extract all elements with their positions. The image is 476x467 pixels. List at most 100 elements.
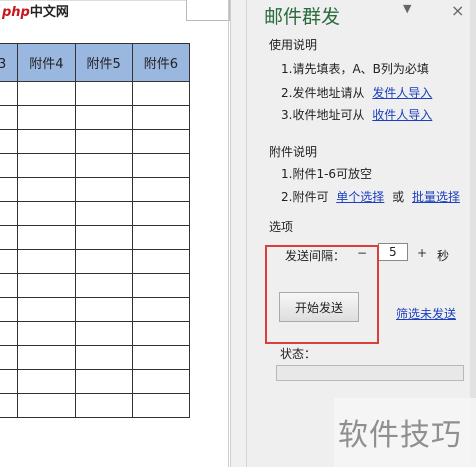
table-cell[interactable]: [131, 201, 191, 226]
table-cell[interactable]: [131, 393, 191, 418]
watermark: 软件技巧: [334, 398, 476, 467]
table-cell[interactable]: [131, 345, 191, 370]
table-cell[interactable]: [17, 273, 76, 298]
table-cell[interactable]: [0, 105, 19, 130]
table-row: [0, 105, 191, 130]
table-row: [0, 225, 191, 250]
table-cell[interactable]: [131, 369, 191, 394]
attach-line-1: 1.附件1-6可放空: [281, 167, 373, 181]
import-recipient-link[interactable]: 收件人导入: [372, 108, 432, 122]
vertical-scrollbar[interactable]: [230, 0, 247, 467]
table-cell[interactable]: [74, 225, 133, 250]
table-cell[interactable]: [74, 129, 133, 154]
table-cell[interactable]: [0, 369, 19, 394]
table-row: [0, 369, 191, 394]
table-cell[interactable]: [74, 81, 133, 106]
table-cell[interactable]: [0, 273, 19, 298]
pane-scrollbar[interactable]: [470, 0, 476, 467]
decrease-button[interactable]: −: [357, 246, 367, 260]
table-cell[interactable]: [74, 105, 133, 130]
import-sender-link[interactable]: 发件人导入: [372, 86, 432, 100]
table-cell[interactable]: [131, 129, 191, 154]
table-cell[interactable]: [131, 273, 191, 298]
table-cell[interactable]: [131, 225, 191, 250]
table-cell[interactable]: [0, 153, 19, 178]
table-cell[interactable]: [0, 249, 19, 274]
options-section-title: 选项: [269, 220, 294, 234]
table-cell[interactable]: [74, 273, 133, 298]
table-cell[interactable]: [17, 297, 76, 322]
table-cell[interactable]: [17, 225, 76, 250]
formula-bar-box[interactable]: [186, 0, 230, 21]
table-cell[interactable]: [74, 249, 133, 274]
watermark-text: 软件技巧: [338, 418, 462, 453]
table-cell[interactable]: [17, 201, 76, 226]
table-row: [0, 177, 191, 202]
table-cell[interactable]: [0, 321, 19, 346]
table-cell[interactable]: [131, 321, 191, 346]
table-cell[interactable]: [17, 321, 76, 346]
table-cell[interactable]: [0, 297, 19, 322]
close-icon[interactable]: ×: [451, 1, 464, 20]
dropdown-caret-icon[interactable]: ▼: [403, 2, 411, 15]
table-row: [0, 249, 191, 274]
table-cell[interactable]: [17, 177, 76, 202]
table-cell[interactable]: [74, 393, 133, 418]
filter-unsent-link[interactable]: 筛选未发送: [396, 307, 456, 321]
sheet-edge: [228, 0, 229, 467]
usage-section-title: 使用说明: [269, 38, 318, 52]
table-cell[interactable]: [17, 393, 76, 418]
table-cell[interactable]: [74, 177, 133, 202]
column-header[interactable]: 附件5: [74, 43, 133, 82]
table-cell[interactable]: [0, 177, 19, 202]
table-cell[interactable]: [0, 129, 19, 154]
table-cell[interactable]: [0, 393, 19, 418]
table-cell[interactable]: [17, 105, 76, 130]
table-cell[interactable]: [74, 369, 133, 394]
table-cell[interactable]: [131, 249, 191, 274]
batch-select-link[interactable]: 批量选择: [412, 190, 460, 204]
usage-line-1: 1.请先填表，A、B列为必填: [281, 62, 429, 76]
interval-unit: 秒: [437, 249, 450, 263]
table-row: [0, 393, 191, 418]
column-header[interactable]: 附件3: [0, 43, 19, 82]
mail-merge-pane: 邮件群发 ▼ × 使用说明 1.请先填表，A、B列为必填 2.发件地址请从 发件…: [246, 0, 476, 467]
table-cell[interactable]: [74, 345, 133, 370]
table-cell[interactable]: [74, 321, 133, 346]
table-cell[interactable]: [0, 345, 19, 370]
table-cell[interactable]: [74, 153, 133, 178]
table-cell[interactable]: [131, 81, 191, 106]
interval-input[interactable]: 5: [378, 243, 408, 261]
table-cell[interactable]: [0, 81, 19, 106]
increase-button[interactable]: +: [417, 246, 427, 260]
table-row: [0, 201, 191, 226]
table-cell[interactable]: [17, 249, 76, 274]
table-cell[interactable]: [131, 105, 191, 130]
attach-line-2-text: 2.附件可: [281, 190, 329, 204]
table-cell[interactable]: [74, 201, 133, 226]
table-cell[interactable]: [17, 129, 76, 154]
table-cell[interactable]: [17, 369, 76, 394]
table-cell[interactable]: [17, 345, 76, 370]
table-cell[interactable]: [17, 153, 76, 178]
pane-title: 邮件群发: [264, 6, 341, 28]
attach-section-title: 附件说明: [269, 145, 318, 159]
table-cell[interactable]: [131, 177, 191, 202]
table-cell[interactable]: [131, 297, 191, 322]
column-header[interactable]: 附件4: [17, 43, 76, 82]
start-send-button[interactable]: 开始发送: [279, 292, 359, 322]
table-cell[interactable]: [0, 225, 19, 250]
table-cell[interactable]: [0, 201, 19, 226]
status-label: 状态：: [280, 347, 317, 361]
sheet-grid: 附件3 附件4 附件5 附件6: [0, 43, 191, 418]
table-cell[interactable]: [74, 297, 133, 322]
usage-line-3: 3.收件地址可从 收件人导入: [281, 106, 432, 123]
table-cell[interactable]: [17, 81, 76, 106]
column-header[interactable]: 附件6: [131, 43, 191, 82]
header-row: 附件3 附件4 附件5 附件6: [0, 43, 191, 82]
table-cell[interactable]: [131, 153, 191, 178]
table-row: [0, 129, 191, 154]
table-row: [0, 81, 191, 106]
attach-line-2: 2.附件可 单个选择 或 批量选择: [281, 188, 460, 205]
single-select-link[interactable]: 单个选择: [336, 190, 384, 204]
